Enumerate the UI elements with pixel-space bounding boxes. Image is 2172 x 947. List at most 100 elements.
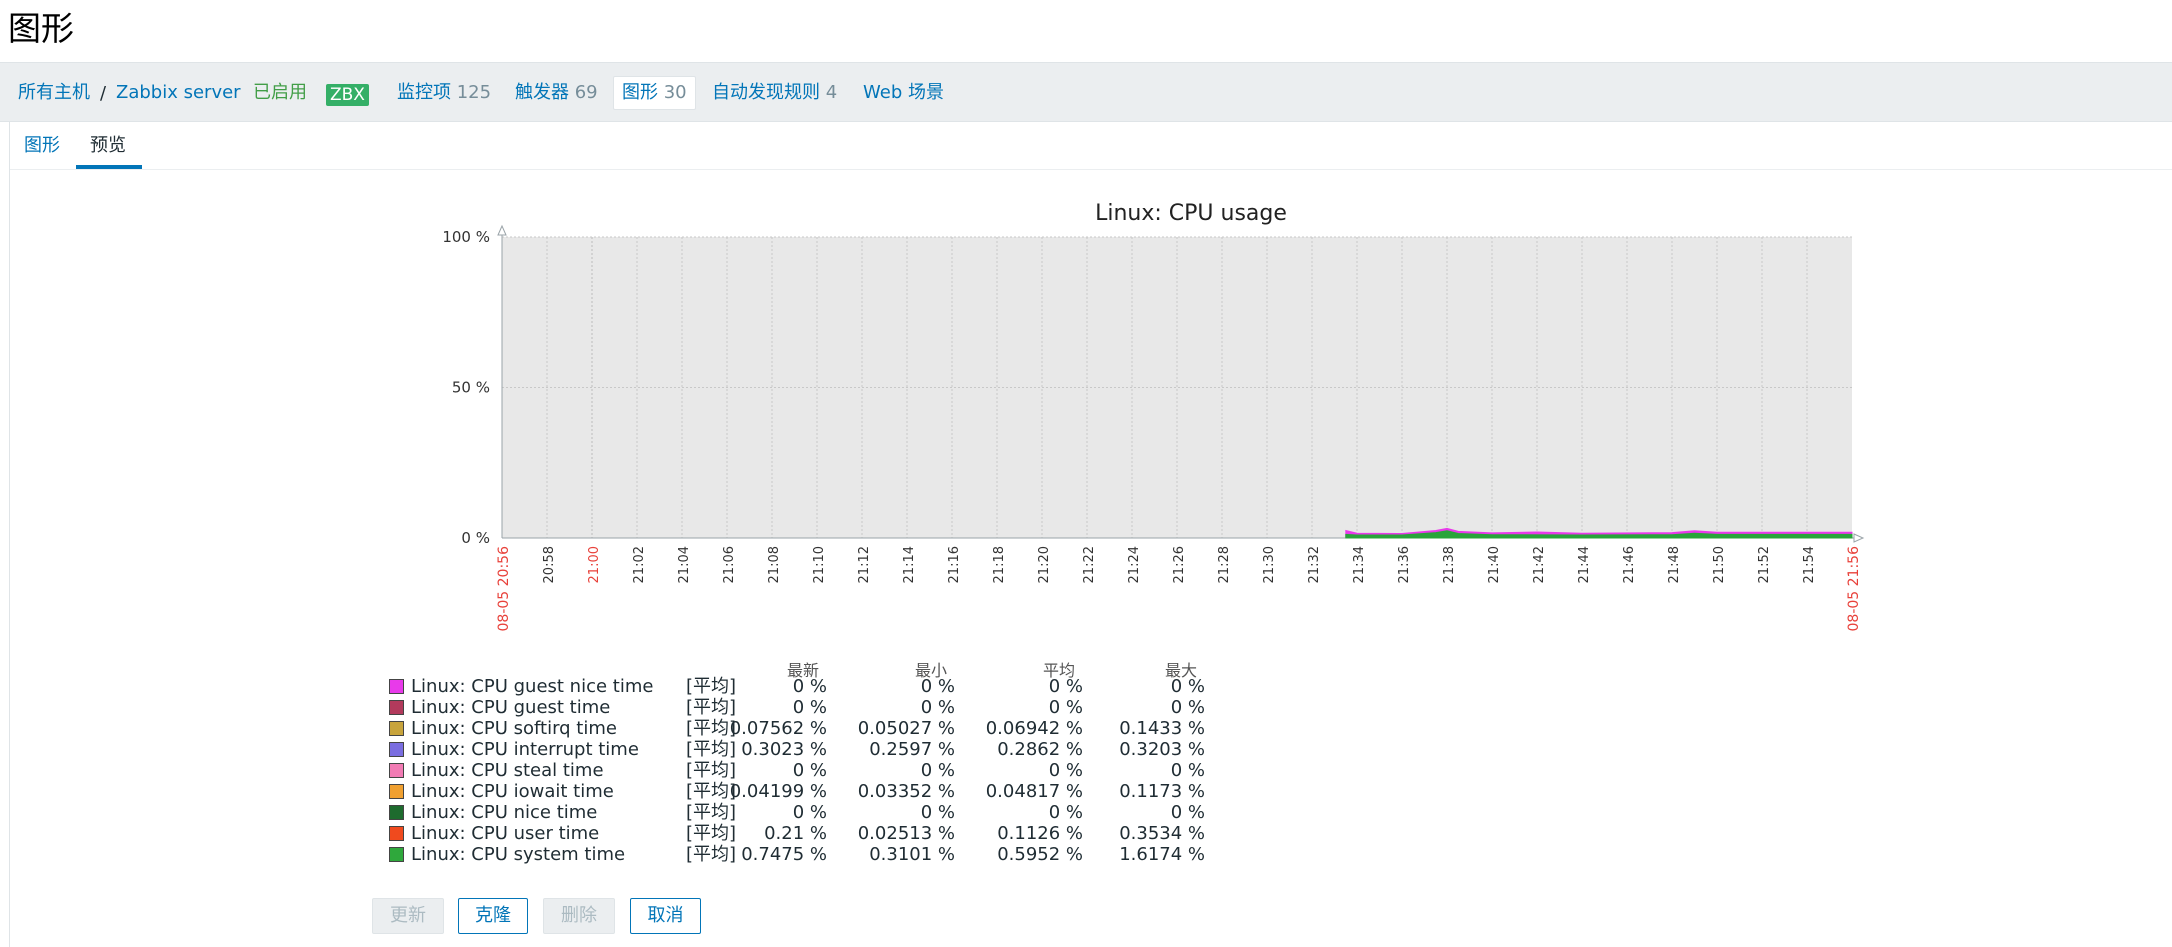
legend-value-min: 0 % xyxy=(920,676,955,697)
legend-row: Linux: CPU interrupt time [平均] 0.3023 % 0.2… xyxy=(387,739,1287,760)
legend-value-min: 0.02513 % xyxy=(857,823,955,844)
legend-value-last: 0.21 % xyxy=(764,823,827,844)
legend-color-swatch xyxy=(389,700,404,715)
x-tick-label: 21:34 xyxy=(1352,546,1367,583)
legend-value-max: 0.1433 % xyxy=(1119,718,1205,739)
x-tick-label: 21:52 xyxy=(1757,546,1772,583)
x-tick-label: 21:28 xyxy=(1217,546,1232,583)
x-tick-label: 21:10 xyxy=(812,546,827,583)
x-tick-label: 21:00 xyxy=(587,546,602,583)
x-tick-label: 21:36 xyxy=(1397,546,1412,583)
legend-value-max: 0 % xyxy=(1170,802,1205,823)
y-tick-label: 50 % xyxy=(452,379,490,397)
legend-value-last: 0 % xyxy=(792,802,827,823)
legend-value-max: 0.1173 % xyxy=(1119,781,1205,802)
legend-row: Linux: CPU guest time [平均] 0 % 0 % 0 % 0 % xyxy=(387,697,1287,718)
x-tick-label: 21:50 xyxy=(1712,546,1727,583)
legend-value-avg: 0 % xyxy=(1048,802,1083,823)
chart-title: Linux: CPU usage xyxy=(1095,201,1287,226)
legend-row: Linux: CPU system time [平均] 0.7475 % 0.3101… xyxy=(387,844,1287,865)
legend-row: Linux: CPU iowait time [平均] 0.04199 % 0.033… xyxy=(387,781,1287,802)
x-tick-label: 21:18 xyxy=(992,546,1007,583)
x-tick-label: 21:16 xyxy=(947,546,962,583)
x-end-label: 08-05 21:56 xyxy=(1846,546,1862,632)
legend-item-name: Linux: CPU system time xyxy=(411,844,626,865)
x-tick-label: 21:42 xyxy=(1532,546,1547,583)
legend-value-avg: 0 % xyxy=(1048,760,1083,781)
x-tick-label: 21:02 xyxy=(632,546,647,583)
legend-value-avg: 0.2862 % xyxy=(997,739,1083,760)
update-button[interactable]: 更新 xyxy=(372,898,444,934)
x-tick-label: 21:40 xyxy=(1487,546,1502,583)
legend-value-avg: 0.5952 % xyxy=(997,844,1083,865)
legend-row: Linux: CPU guest nice time [平均] 0 % 0 % 0 % 0… xyxy=(387,676,1287,697)
legend-color-swatch xyxy=(389,826,404,841)
cancel-button[interactable]: 取消 xyxy=(630,898,701,934)
legend-value-min: 0.2597 % xyxy=(869,739,955,760)
y-tick-label: 100 % xyxy=(442,228,490,246)
x-tick-label: 21:30 xyxy=(1262,546,1277,583)
legend-item-name: Linux: CPU nice time xyxy=(411,802,598,823)
legend-value-last: 0.07562 % xyxy=(729,718,827,739)
legend-item-name: Linux: CPU guest time xyxy=(411,697,611,718)
x-tick-label: 21:08 xyxy=(767,546,782,583)
x-tick-label: 21:12 xyxy=(857,546,872,583)
legend-value-avg: 0 % xyxy=(1048,676,1083,697)
legend-value-last: 0 % xyxy=(792,676,827,697)
x-tick-label: 21:04 xyxy=(677,546,692,583)
legend-value-max: 0.3534 % xyxy=(1119,823,1205,844)
x-tick-label: 21:48 xyxy=(1667,546,1682,583)
x-tick-label: 21:26 xyxy=(1172,546,1187,583)
cpu-usage-graph: Linux: CPU usage 20:58 21:00 21:02 21:04 21:0… xyxy=(442,201,1865,632)
x-tick-label: 21:32 xyxy=(1307,546,1322,583)
y-axis-arrow xyxy=(497,224,507,236)
legend-color-swatch xyxy=(389,784,404,799)
legend-value-min: 0.03352 % xyxy=(857,781,955,802)
legend-value-last: 0 % xyxy=(792,697,827,718)
x-tick-label: 21:44 xyxy=(1577,546,1592,583)
x-tick-label: 21:54 xyxy=(1802,546,1817,583)
x-tick-label: 21:24 xyxy=(1127,546,1142,583)
x-tick-label: 21:46 xyxy=(1622,546,1637,583)
legend-value-max: 1.6174 % xyxy=(1119,844,1205,865)
legend-row: Linux: CPU user time [平均] 0.21 % 0.02513 % 0… xyxy=(387,823,1287,844)
legend-value-avg: 0.04817 % xyxy=(985,781,1083,802)
legend-value-last: 0 % xyxy=(792,760,827,781)
legend-item-name: Linux: CPU guest nice time xyxy=(411,676,654,697)
legend-item-name: Linux: CPU softirq time xyxy=(411,718,617,739)
legend-color-swatch xyxy=(389,763,404,778)
legend-value-min: 0 % xyxy=(920,697,955,718)
legend-color-swatch xyxy=(389,721,404,736)
legend-value-avg: 0 % xyxy=(1048,697,1083,718)
legend-item-name: Linux: CPU interrupt time xyxy=(411,739,639,760)
legend-item-name: Linux: CPU steal time xyxy=(411,760,604,781)
x-tick-label: 20:58 xyxy=(542,546,557,583)
legend-row: Linux: CPU softirq time [平均] 0.07562 % 0.05… xyxy=(387,718,1287,739)
legend-color-swatch xyxy=(389,742,404,757)
x-axis-arrow xyxy=(1853,533,1865,543)
legend-row: Linux: CPU nice time [平均] 0 % 0 % 0 % 0 % xyxy=(387,802,1287,823)
legend-value-last: 0.7475 % xyxy=(741,844,827,865)
legend-value-min: 0 % xyxy=(920,802,955,823)
x-tick-label: 21:22 xyxy=(1082,546,1097,583)
delete-button[interactable]: 删除 xyxy=(543,898,615,934)
legend-value-min: 0.3101 % xyxy=(869,844,955,865)
y-tick-label: 0 % xyxy=(461,529,490,547)
x-tick-label: 21:38 xyxy=(1442,546,1457,583)
legend-row: Linux: CPU steal time [平均] 0 % 0 % 0 % 0 % xyxy=(387,760,1287,781)
legend-item-name: Linux: CPU user time xyxy=(411,823,600,844)
legend-color-swatch xyxy=(389,679,404,694)
legend-value-min: 0.05027 % xyxy=(857,718,955,739)
legend-value-min: 0 % xyxy=(920,760,955,781)
x-tick-label: 21:06 xyxy=(722,546,737,583)
x-start-label: 08-05 20:56 xyxy=(496,546,512,632)
legend-color-swatch xyxy=(389,847,404,862)
clone-button[interactable]: 克隆 xyxy=(458,898,528,934)
legend-value-last: 0.04199 % xyxy=(729,781,827,802)
x-tick-label: 21:14 xyxy=(902,546,917,583)
legend-value-max: 0.3203 % xyxy=(1119,739,1205,760)
legend-value-max: 0 % xyxy=(1170,697,1205,718)
legend-value-avg: 0.06942 % xyxy=(985,718,1083,739)
x-tick-label: 21:20 xyxy=(1037,546,1052,583)
legend-value-max: 0 % xyxy=(1170,676,1205,697)
